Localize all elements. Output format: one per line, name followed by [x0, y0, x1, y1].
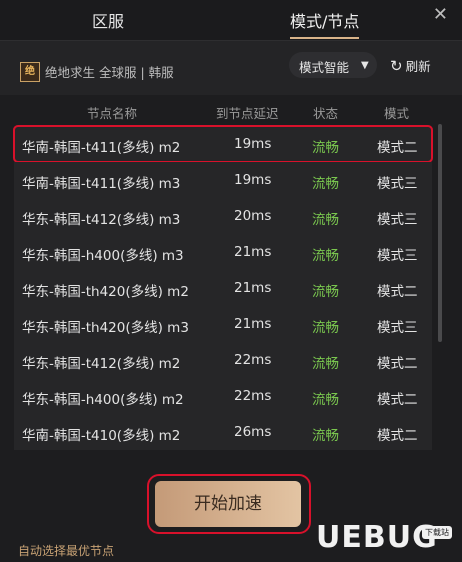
- node-mode: 模式二: [377, 356, 418, 372]
- node-name: 华南-韩国-t411(多线) m3: [22, 176, 181, 192]
- node-row[interactable]: 华东-韩国-t412(多线) m3 20ms 流畅 模式三: [14, 198, 432, 234]
- node-state: 流畅: [312, 140, 339, 156]
- header-name: 节点名称: [87, 106, 138, 121]
- start-accelerate-button[interactable]: 开始加速: [155, 481, 301, 527]
- list-scrollbar[interactable]: [438, 124, 442, 342]
- node-name: 华南-韩国-t411(多线) m2: [22, 140, 181, 156]
- refresh-label: 刷新: [405, 59, 431, 74]
- node-row[interactable]: 华东-韩国-th420(多线) m2 21ms 流畅 模式二: [14, 270, 432, 306]
- node-state: 流畅: [312, 176, 339, 192]
- header-delay: 到节点延迟: [216, 106, 279, 121]
- node-table-header: 节点名称 到节点延迟 状态 模式: [0, 103, 462, 123]
- node-row[interactable]: 华南-韩国-t411(多线) m3 19ms 流畅 模式三: [14, 162, 432, 198]
- auto-select-tip[interactable]: 自动选择最优节点: [18, 542, 114, 559]
- top-tab-bar: 区服 模式/节点 ✕: [0, 0, 462, 41]
- game-title: 绝地求生 全球服 | 韩服: [45, 65, 174, 80]
- tab-mode-node[interactable]: 模式/节点: [290, 8, 360, 39]
- node-delay: 19ms: [234, 136, 272, 152]
- mode-select-value: 模式智能: [299, 60, 350, 75]
- node-name: 华东-韩国-t412(多线) m3: [22, 212, 181, 228]
- node-name: 华东-韩国-h400(多线) m2: [22, 392, 184, 408]
- node-delay: 21ms: [234, 316, 272, 332]
- node-delay: 22ms: [234, 388, 272, 404]
- chevron-down-icon: ▼: [361, 60, 369, 71]
- watermark-badge: 下载站: [422, 526, 452, 539]
- node-mode: 模式三: [377, 212, 418, 228]
- node-name: 华东-韩国-t412(多线) m2: [22, 356, 181, 372]
- node-row[interactable]: 华东-韩国-h400(多线) m3 21ms 流畅 模式三: [14, 234, 432, 270]
- header-state: 状态: [313, 106, 339, 121]
- node-row-selected[interactable]: 华南-韩国-t411(多线) m2 19ms 流畅 模式二: [13, 125, 433, 163]
- node-mode: 模式二: [377, 284, 418, 300]
- mode-select[interactable]: 模式智能 ▼: [289, 52, 377, 78]
- node-state: 流畅: [312, 392, 339, 408]
- refresh-button[interactable]: ↻ 刷新: [390, 56, 431, 75]
- node-state: 流畅: [312, 428, 339, 444]
- close-icon[interactable]: ✕: [433, 4, 448, 25]
- node-delay: 20ms: [234, 208, 272, 224]
- node-mode: 模式二: [377, 428, 418, 444]
- node-mode: 模式二: [377, 140, 418, 156]
- tab-zone[interactable]: 区服: [92, 8, 124, 32]
- node-mode: 模式二: [377, 392, 418, 408]
- start-button-highlight: 开始加速: [147, 474, 311, 534]
- node-row[interactable]: 华东-韩国-h400(多线) m2 22ms 流畅 模式二: [14, 378, 432, 414]
- header-mode: 模式: [384, 106, 410, 121]
- node-row[interactable]: 华东-韩国-th420(多线) m3 21ms 流畅 模式三: [14, 306, 432, 342]
- node-row[interactable]: 华东-韩国-t412(多线) m2 22ms 流畅 模式二: [14, 342, 432, 378]
- node-state: 流畅: [312, 356, 339, 372]
- refresh-icon: ↻: [390, 57, 403, 75]
- node-list: 华南-韩国-t411(多线) m2 19ms 流畅 模式二 华南-韩国-t411…: [0, 124, 462, 464]
- node-mode: 模式三: [377, 248, 418, 264]
- node-state: 流畅: [312, 320, 339, 336]
- node-name: 华东-韩国-h400(多线) m3: [22, 248, 184, 264]
- node-row[interactable]: 华南-韩国-t410(多线) m2 26ms 流畅 模式二: [14, 414, 432, 450]
- list-fade: [0, 450, 462, 470]
- node-mode: 模式三: [377, 176, 418, 192]
- node-state: 流畅: [312, 284, 339, 300]
- node-delay: 19ms: [234, 172, 272, 188]
- game-logo-icon: 绝: [20, 62, 40, 82]
- node-state: 流畅: [312, 248, 339, 264]
- node-delay: 21ms: [234, 280, 272, 296]
- watermark-logo: UEBUG: [316, 520, 438, 555]
- node-mode: 模式三: [377, 320, 418, 336]
- node-name: 华南-韩国-t410(多线) m2: [22, 428, 181, 444]
- node-delay: 26ms: [234, 424, 272, 440]
- node-name: 华东-韩国-th420(多线) m3: [22, 320, 189, 336]
- node-name: 华东-韩国-th420(多线) m2: [22, 284, 189, 300]
- node-delay: 22ms: [234, 352, 272, 368]
- node-state: 流畅: [312, 212, 339, 228]
- node-delay: 21ms: [234, 244, 272, 260]
